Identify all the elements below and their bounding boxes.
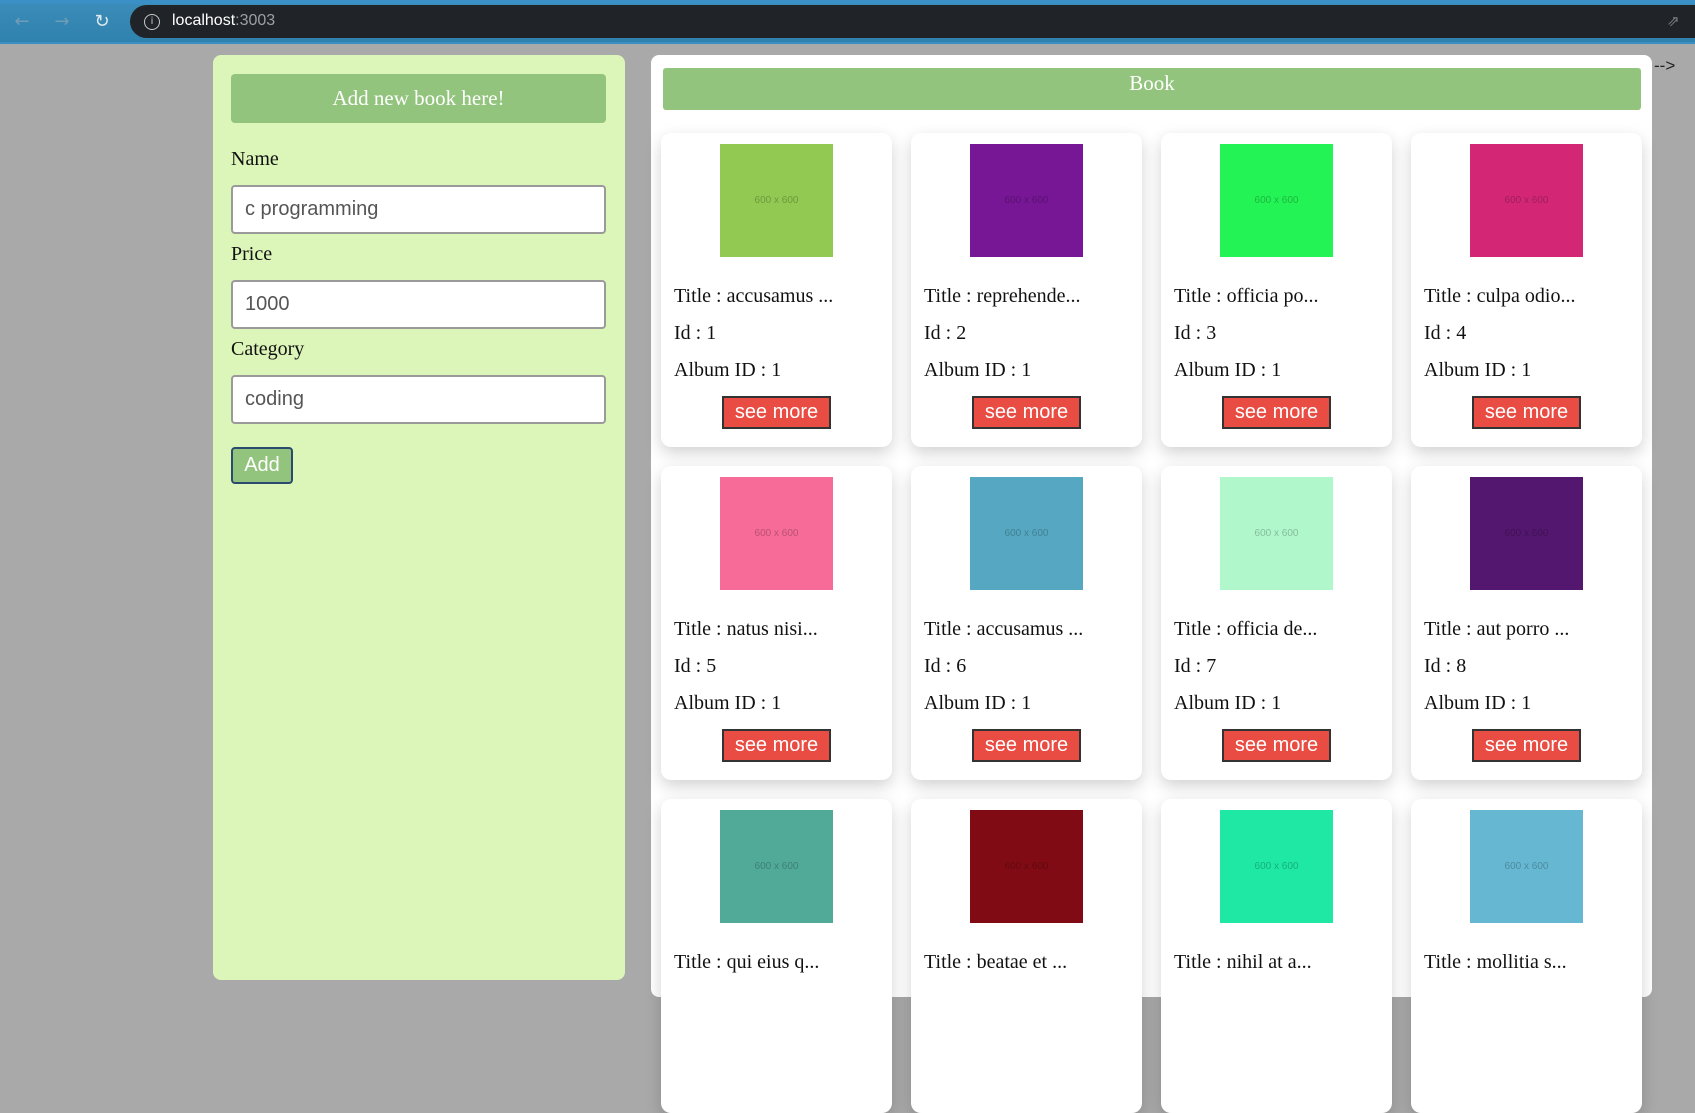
book-card: 600 x 600 Title : accusamus ... Id : 1 Albu… (661, 133, 892, 447)
book-album-id: Album ID : 1 (1174, 359, 1282, 381)
thumbnail-size-text: 600 x 600 (1504, 861, 1549, 872)
name-input[interactable] (231, 185, 606, 234)
book-thumbnail: 600 x 600 (970, 144, 1083, 257)
book-card: 600 x 600 Title : qui eius q... (661, 799, 892, 1113)
book-card: 600 x 600 Title : culpa odio... Id : 4 Albu… (1411, 133, 1642, 447)
book-title: Title : accusamus ... (674, 285, 834, 307)
book-thumbnail: 600 x 600 (970, 477, 1083, 590)
price-label: Price (231, 243, 273, 265)
book-title: Title : beatae et ... (924, 951, 1068, 973)
book-album-id: Album ID : 1 (1174, 692, 1282, 714)
url-host: localhost (172, 12, 236, 29)
address-bar[interactable]: i localhost:3003 ⇗ (130, 5, 1695, 38)
book-title: Title : officia de... (1174, 618, 1318, 640)
book-album-id: Album ID : 1 (674, 359, 782, 381)
book-card: 600 x 600 Title : mollitia s... (1411, 799, 1642, 1113)
thumbnail-size-text: 600 x 600 (1254, 528, 1299, 539)
book-card: 600 x 600 Title : officia po... Id : 3 Albu… (1161, 133, 1392, 447)
thumbnail-size-text: 600 x 600 (1254, 195, 1299, 206)
book-card: 600 x 600 Title : natus nisi... Id : 5 Albu… (661, 466, 892, 780)
book-thumbnail: 600 x 600 (1470, 477, 1583, 590)
thumbnail-size-text: 600 x 600 (754, 528, 799, 539)
see-more-button[interactable]: see more (722, 396, 831, 429)
back-icon[interactable]: ← (10, 10, 34, 34)
thumbnail-size-text: 600 x 600 (754, 861, 799, 872)
book-card: 600 x 600 Title : accusamus ... Id : 6 Albu… (911, 466, 1142, 780)
see-more-button[interactable]: see more (1222, 396, 1331, 429)
book-thumbnail: 600 x 600 (1220, 144, 1333, 257)
book-title: Title : nihil at a... (1174, 951, 1312, 973)
see-more-button[interactable]: see more (722, 729, 831, 762)
book-title: Title : accusamus ... (924, 618, 1084, 640)
thumbnail-size-text: 600 x 600 (1004, 195, 1049, 206)
book-title: Title : officia po... (1174, 285, 1319, 307)
form-header: Add new book here! (231, 74, 606, 123)
thumbnail-size-text: 600 x 600 (1004, 528, 1049, 539)
thumbnail-size-text: 600 x 600 (1004, 861, 1049, 872)
book-album-id: Album ID : 1 (924, 359, 1032, 381)
book-thumbnail: 600 x 600 (1470, 144, 1583, 257)
book-album-id: Album ID : 1 (924, 692, 1032, 714)
book-title: Title : reprehende... (924, 285, 1081, 307)
book-thumbnail: 600 x 600 (720, 477, 833, 590)
book-card: 600 x 600 Title : aut porro ... Id : 8 Albu… (1411, 466, 1642, 780)
forward-icon[interactable]: → (50, 10, 74, 34)
see-more-button[interactable]: see more (972, 729, 1081, 762)
stray-comment-text: --> (1654, 56, 1676, 75)
book-title: Title : mollitia s... (1424, 951, 1567, 973)
info-icon[interactable]: i (144, 14, 160, 30)
book-card: 600 x 600 Title : nihil at a... (1161, 799, 1392, 1113)
book-title: Title : qui eius q... (674, 951, 820, 973)
name-label: Name (231, 148, 279, 170)
share-icon[interactable]: ⇗ (1667, 13, 1683, 29)
browser-chrome: ← → ↻ i localhost:3003 ⇗ (0, 0, 1695, 44)
category-input[interactable] (231, 375, 606, 424)
add-button[interactable]: Add (231, 447, 293, 484)
book-id: Id : 2 (924, 322, 967, 344)
see-more-button[interactable]: see more (1472, 396, 1581, 429)
book-card: 600 x 600 Title : reprehende... Id : 2 Albu… (911, 133, 1142, 447)
book-id: Id : 7 (1174, 655, 1217, 677)
book-thumbnail: 600 x 600 (720, 144, 833, 257)
book-id: Id : 6 (924, 655, 967, 677)
book-thumbnail: 600 x 600 (1220, 477, 1333, 590)
book-card: 600 x 600 Title : officia de... Id : 7 Albu… (1161, 466, 1392, 780)
price-input[interactable] (231, 280, 606, 329)
thumbnail-size-text: 600 x 600 (1504, 528, 1549, 539)
book-id: Id : 4 (1424, 322, 1467, 344)
book-title: Title : aut porro ... (1424, 618, 1570, 640)
book-card: 600 x 600 Title : beatae et ... (911, 799, 1142, 1113)
book-album-id: Album ID : 1 (674, 692, 782, 714)
book-title: Title : natus nisi... (674, 618, 818, 640)
thumbnail-size-text: 600 x 600 (1254, 861, 1299, 872)
book-id: Id : 5 (674, 655, 717, 677)
book-thumbnail: 600 x 600 (720, 810, 833, 923)
book-id: Id : 3 (1174, 322, 1217, 344)
url-port: :3003 (235, 12, 276, 29)
category-label: Category (231, 338, 305, 360)
book-title: Title : culpa odio... (1424, 285, 1576, 307)
book-album-id: Album ID : 1 (1424, 359, 1532, 381)
see-more-button[interactable]: see more (1472, 729, 1581, 762)
book-thumbnail: 600 x 600 (1220, 810, 1333, 923)
see-more-button[interactable]: see more (972, 396, 1081, 429)
books-panel: Book 600 x 600 Title : accusamus ... Id : … (651, 55, 1652, 1113)
url-text[interactable]: localhost:3003 (172, 12, 275, 30)
book-id: Id : 8 (1424, 655, 1467, 677)
add-book-form: Add new book here! Name Price Category A… (213, 55, 625, 980)
book-album-id: Album ID : 1 (1424, 692, 1532, 714)
see-more-button[interactable]: see more (1222, 729, 1331, 762)
thumbnail-size-text: 600 x 600 (1504, 195, 1549, 206)
reload-icon[interactable]: ↻ (90, 10, 114, 34)
book-id: Id : 1 (674, 322, 717, 344)
book-thumbnail: 600 x 600 (970, 810, 1083, 923)
thumbnail-size-text: 600 x 600 (754, 195, 799, 206)
books-header: Book (663, 68, 1641, 110)
book-thumbnail: 600 x 600 (1470, 810, 1583, 923)
